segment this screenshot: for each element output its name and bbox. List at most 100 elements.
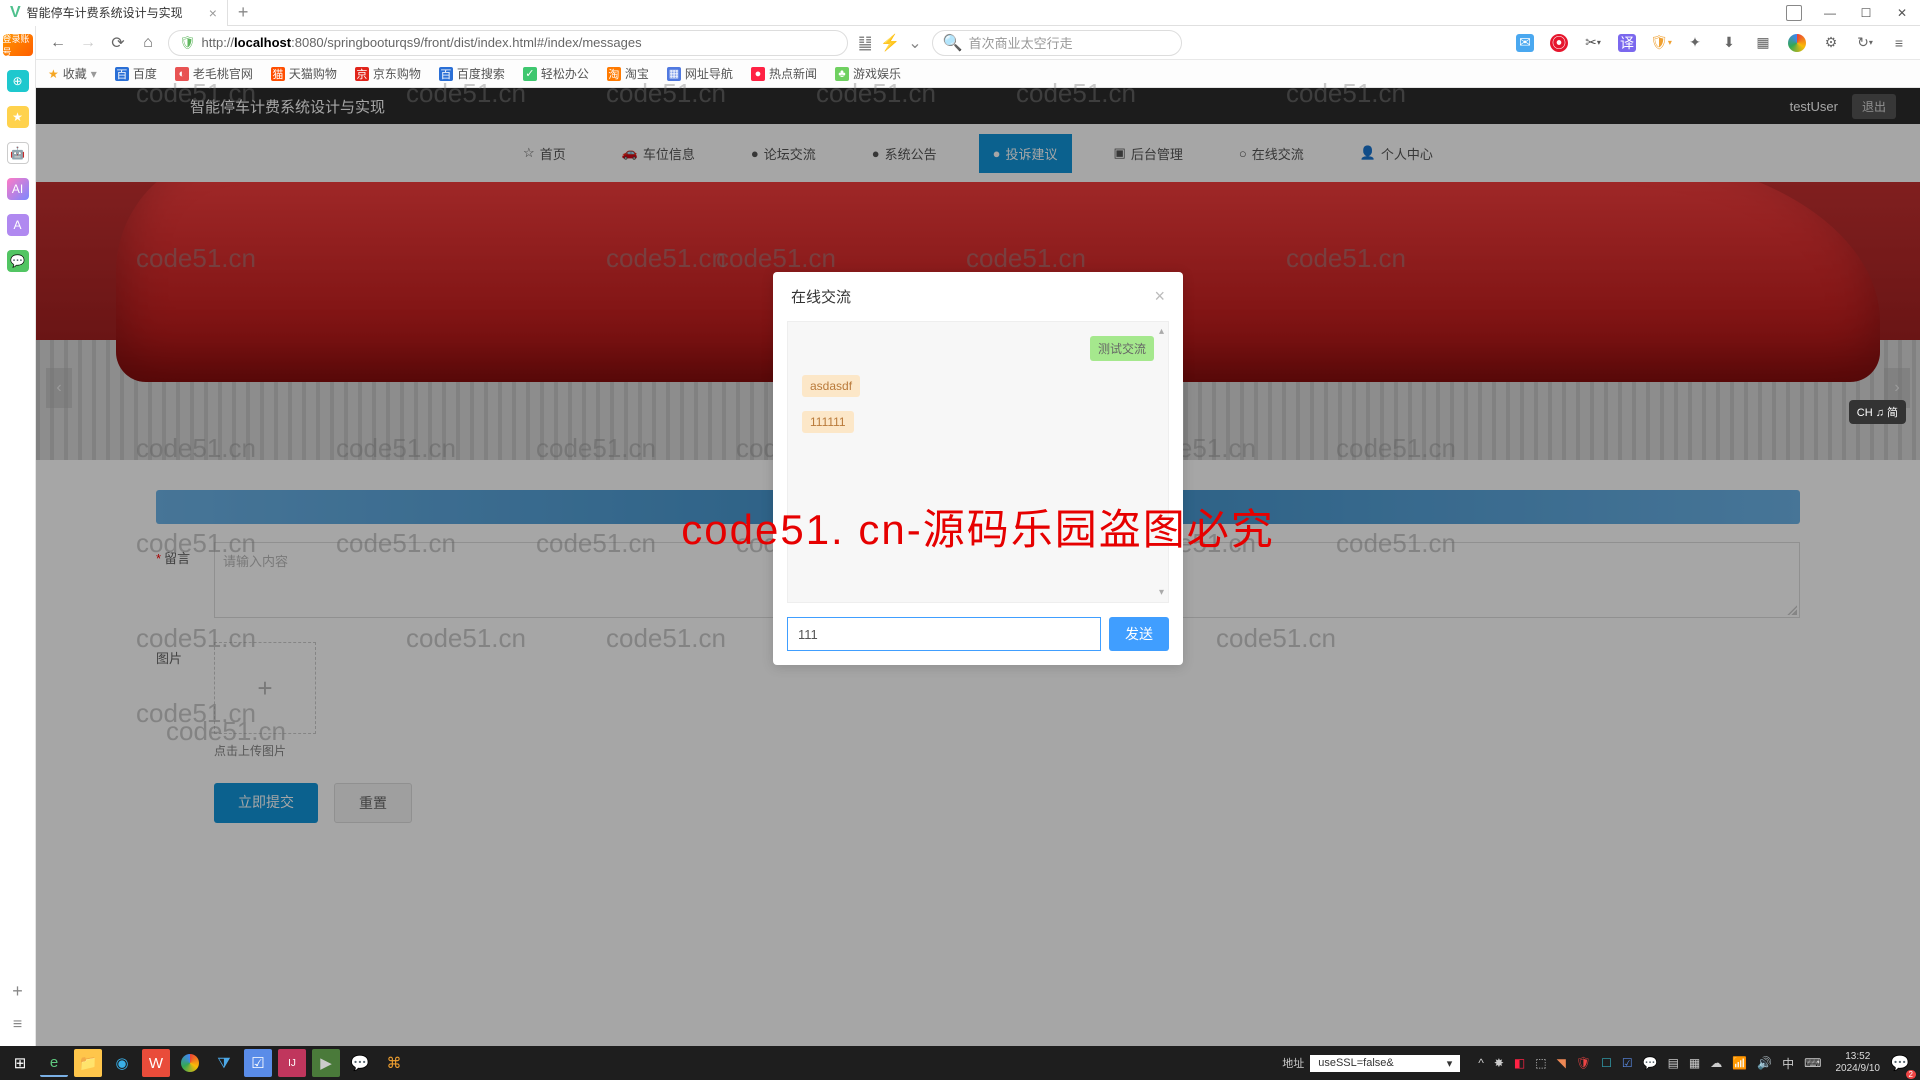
refresh-arrow-icon[interactable]: ↻▾ xyxy=(1856,34,1874,52)
download-icon[interactable]: ⬇ xyxy=(1720,34,1738,52)
taskbar-clock[interactable]: 13:52 2024/9/10 xyxy=(1836,1051,1881,1075)
extensions-icon[interactable]: ▦ xyxy=(1754,34,1772,52)
bookmark-item[interactable]: 京京东购物 xyxy=(355,65,421,82)
tray-app8-icon[interactable]: ▦ xyxy=(1689,1056,1700,1070)
bookmark-fav[interactable]: ★收藏▾ xyxy=(48,65,97,82)
search-input[interactable]: 🔍 首次商业太空行走 xyxy=(932,30,1182,56)
chevron-down-icon[interactable]: ⌄ xyxy=(908,33,921,53)
big-watermark: code51. cn-源码乐园盗图必究 xyxy=(681,496,1274,557)
search-placeholder: 首次商业太空行走 xyxy=(969,33,1073,52)
taskbar-video-icon[interactable]: ▶ xyxy=(312,1049,340,1077)
tray-wifi-icon[interactable]: 📶 xyxy=(1732,1056,1747,1070)
tray-ime-icon[interactable]: ⌨ xyxy=(1804,1056,1821,1070)
gear-icon[interactable]: ⚙ xyxy=(1822,34,1840,52)
window-close-icon[interactable]: ✕ xyxy=(1884,0,1920,26)
bookmark-item[interactable]: 百百度 xyxy=(115,65,157,82)
tab-title: 智能停车计费系统设计与实现 xyxy=(27,4,183,21)
modal-close-icon[interactable]: × xyxy=(1154,286,1165,307)
translate-tool-icon[interactable]: 译 xyxy=(1618,34,1636,52)
tray-lang-icon[interactable]: 中 xyxy=(1782,1055,1794,1072)
vue-icon: V xyxy=(10,4,21,22)
forward-icon[interactable]: → xyxy=(78,34,98,52)
taskbar-wechat-icon[interactable]: 💬 xyxy=(346,1049,374,1077)
weibo-icon[interactable]: ⦿ xyxy=(1550,34,1568,52)
tray-wechat-icon[interactable]: 💬 xyxy=(1643,1056,1658,1070)
bookmark-item[interactable]: ♣游戏娱乐 xyxy=(835,65,901,82)
taskbar-chrome-icon[interactable] xyxy=(176,1049,204,1077)
scroll-up-icon[interactable]: ▴ xyxy=(1159,326,1167,350)
bookmark-item[interactable]: 猫天猫购物 xyxy=(271,65,337,82)
bookmarks-bar: ★收藏▾ 百百度 ◐老毛桃官网 猫天猫购物 京京东购物 百百度搜索 ✓轻松办公 … xyxy=(36,60,1920,88)
chat-modal: 在线交流 × ▴ 测试交流 asdasdf 111111 ▾ 发送 xyxy=(773,272,1183,665)
send-button[interactable]: 发送 xyxy=(1109,617,1169,651)
translate-icon[interactable]: ䷊ xyxy=(858,33,872,53)
tray-app4-icon[interactable]: ◥ xyxy=(1557,1056,1566,1070)
tray-app1-icon[interactable]: ✸ xyxy=(1494,1056,1504,1070)
sidebar-login-icon[interactable]: 登录账号 xyxy=(3,34,33,56)
bookmark-item[interactable]: 百百度搜索 xyxy=(439,65,505,82)
shield-icon: 🛡 xyxy=(179,35,196,51)
sidebar-bot-icon[interactable]: 🤖 xyxy=(7,142,29,164)
sidebar-app1-icon[interactable]: ⊕ xyxy=(7,70,29,92)
taskbar-idea-icon[interactable]: IJ xyxy=(278,1049,306,1077)
taskbar-edge-icon[interactable]: ◉ xyxy=(108,1049,136,1077)
tray-app2-icon[interactable]: ◧ xyxy=(1514,1056,1525,1070)
browser-sidebar: 登录账号 ⊕ ★ 🤖 AI A 💬 + ≡ xyxy=(0,26,36,1046)
menu-icon[interactable]: ≡ xyxy=(1890,34,1908,52)
ime-indicator[interactable]: CH ♫ 简 xyxy=(1849,400,1906,424)
tray-app5-icon[interactable]: ☐ xyxy=(1601,1056,1612,1070)
scissors-icon[interactable]: ✂▾ xyxy=(1584,34,1602,52)
window-minimize-icon[interactable]: — xyxy=(1812,0,1848,26)
bookmark-item[interactable]: ●热点新闻 xyxy=(751,65,817,82)
url-input[interactable]: 🛡 http://localhost:8080/springbooturqs9/… xyxy=(168,30,848,56)
chat-message-sent: 测试交流 xyxy=(802,336,1154,361)
modal-title: 在线交流 xyxy=(791,286,851,307)
taskbar-explorer-icon[interactable]: 📁 xyxy=(74,1049,102,1077)
tray-app3-icon[interactable]: ⬚ xyxy=(1535,1056,1546,1070)
window-pip-icon[interactable] xyxy=(1776,0,1812,26)
bookmark-item[interactable]: 淘淘宝 xyxy=(607,65,649,82)
tray-up-icon[interactable]: ^ xyxy=(1478,1056,1484,1070)
system-tray: ^ ✸ ◧ ⬚ ◥ 🛡 ☐ ☑ 💬 ▤ ▦ ☁ 📶 🔊 中 ⌨ xyxy=(1478,1055,1821,1072)
start-icon[interactable]: ⊞ xyxy=(6,1049,34,1077)
window-maximize-icon[interactable]: ☐ xyxy=(1848,0,1884,26)
chat-message-received: asdasdf xyxy=(802,375,1154,397)
tray-volume-icon[interactable]: 🔊 xyxy=(1757,1056,1772,1070)
reload-icon[interactable]: ⟳ xyxy=(108,33,128,53)
bookmark-item[interactable]: ▦网址导航 xyxy=(667,65,733,82)
taskbar-browser-icon[interactable]: e xyxy=(40,1049,68,1077)
shield-orange-icon[interactable]: 🛡▾ xyxy=(1652,34,1670,52)
scroll-down-icon[interactable]: ▾ xyxy=(1159,587,1167,598)
taskbar-misc-icon[interactable]: ⌘ xyxy=(380,1049,408,1077)
bookmark-item[interactable]: ✓轻松办公 xyxy=(523,65,589,82)
taskbar-dropdown[interactable]: useSSL=false&▾ xyxy=(1310,1055,1460,1072)
taskbar-vscode-icon[interactable]: ⧩ xyxy=(210,1049,238,1077)
sidebar-menu-icon[interactable]: ≡ xyxy=(13,1016,22,1034)
tray-cloud-icon[interactable]: ☁ xyxy=(1710,1056,1722,1070)
chat-messages[interactable]: ▴ 测试交流 asdasdf 111111 ▾ xyxy=(787,321,1169,603)
sidebar-a-icon[interactable]: A xyxy=(7,214,29,236)
bolt-icon[interactable]: ⚡ xyxy=(880,33,900,53)
home-icon[interactable]: ⌂ xyxy=(138,34,158,52)
new-tab-button[interactable]: + xyxy=(228,2,259,23)
tray-app7-icon[interactable]: ▤ xyxy=(1668,1056,1679,1070)
taskbar-wps-icon[interactable]: W xyxy=(142,1049,170,1077)
sidebar-ai-icon[interactable]: AI xyxy=(7,178,29,200)
chat-input[interactable] xyxy=(787,617,1101,651)
close-tab-icon[interactable]: × xyxy=(209,5,217,21)
sidebar-star-icon[interactable]: ★ xyxy=(7,106,29,128)
chrome-icon[interactable] xyxy=(1788,34,1806,52)
taskbar-todo-icon[interactable]: ☑ xyxy=(244,1049,272,1077)
bookmark-item[interactable]: ◐老毛桃官网 xyxy=(175,65,253,82)
tray-shield-icon[interactable]: 🛡 xyxy=(1576,1056,1591,1070)
sidebar-chat-icon[interactable]: 💬 xyxy=(7,250,29,272)
browser-tab[interactable]: V 智能停车计费系统设计与实现 × xyxy=(0,0,228,26)
tray-app6-icon[interactable]: ☑ xyxy=(1622,1056,1633,1070)
plus-icon[interactable]: ✦ xyxy=(1686,34,1704,52)
window-titlebar: V 智能停车计费系统设计与实现 × + — ☐ ✕ xyxy=(0,0,1920,26)
sidebar-add-icon[interactable]: + xyxy=(12,981,23,1002)
back-icon[interactable]: ← xyxy=(48,34,68,52)
notifications-icon[interactable]: 💬2 xyxy=(1886,1049,1914,1077)
url-text: http://localhost:8080/springbooturqs9/fr… xyxy=(202,35,642,50)
mail-icon[interactable]: ✉ xyxy=(1516,34,1534,52)
